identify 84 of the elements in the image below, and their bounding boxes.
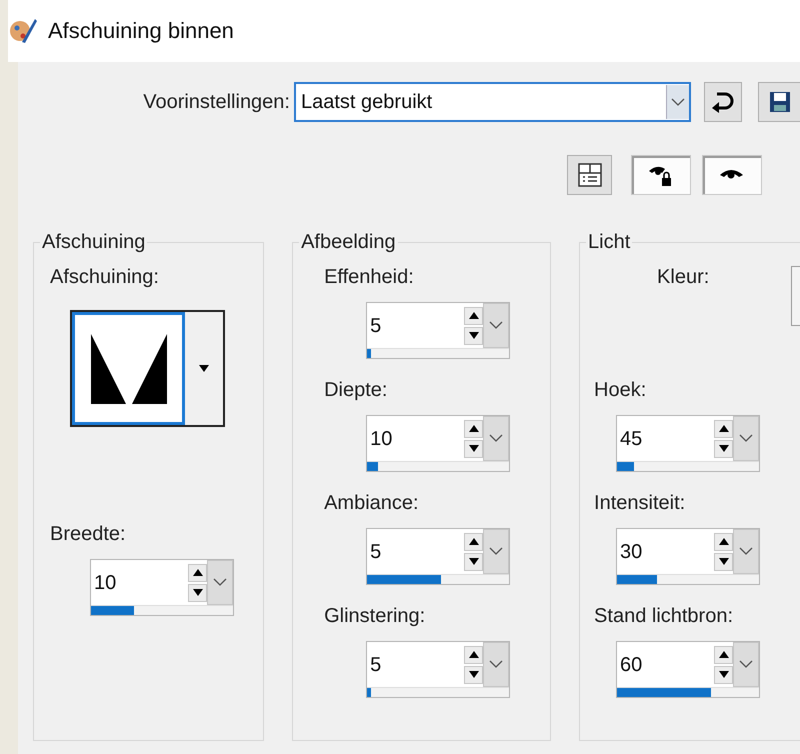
decrement-button[interactable] <box>464 552 484 571</box>
slider-dropdown-button[interactable] <box>733 642 760 688</box>
slider-dropdown-button[interactable] <box>733 416 760 462</box>
decrement-button[interactable] <box>464 326 484 345</box>
decrement-button[interactable] <box>714 552 734 571</box>
up-arrow-icon <box>468 425 479 432</box>
number-spinner[interactable]: 5 <box>366 302 510 359</box>
increment-button[interactable] <box>464 306 484 325</box>
curved-arrow-icon <box>711 91 735 113</box>
down-arrow-icon <box>468 445 479 452</box>
increment-button[interactable] <box>714 646 734 664</box>
up-arrow-icon <box>718 538 729 546</box>
number-spinner[interactable]: 5 <box>366 528 510 585</box>
slider-dropdown-button[interactable] <box>483 642 510 688</box>
down-arrow-icon <box>718 671 729 678</box>
preview-toggle-button[interactable] <box>702 155 762 195</box>
number-spinner[interactable]: 10 <box>366 415 510 472</box>
decrement-button[interactable] <box>188 584 207 602</box>
increment-button[interactable] <box>464 532 484 551</box>
chevron-down-icon <box>739 434 754 444</box>
field-label: Kleur: <box>657 266 710 290</box>
up-arrow-icon <box>468 312 479 320</box>
chevron-down-icon <box>739 660 754 670</box>
up-arrow-icon <box>468 651 479 658</box>
slider-dropdown-button[interactable] <box>483 529 510 574</box>
number-spinner[interactable]: 5 <box>366 641 510 698</box>
field-label: Glinstering: <box>324 605 426 629</box>
group-title: Afschuining <box>41 231 146 254</box>
field-label: Ambiance: <box>324 492 420 516</box>
number-spinner[interactable]: 30 <box>616 528 760 585</box>
down-arrow-icon <box>468 332 479 340</box>
down-arrow-icon <box>192 589 202 596</box>
chevron-down-icon <box>739 547 754 556</box>
number-spinner[interactable]: 45 <box>616 415 760 472</box>
bevel-shape-icon <box>90 334 166 404</box>
down-arrow-icon <box>468 671 479 678</box>
down-arrow-icon <box>199 365 209 372</box>
increment-button[interactable] <box>714 532 734 551</box>
up-arrow-icon <box>468 538 479 546</box>
slider-dropdown-button[interactable] <box>483 416 510 462</box>
down-arrow-icon <box>718 445 729 452</box>
reset-button[interactable] <box>704 82 742 122</box>
number-spinner[interactable]: 60 <box>616 641 760 698</box>
save-button[interactable] <box>758 82 800 122</box>
field-label: Breedte: <box>50 523 127 547</box>
decrement-button[interactable] <box>464 666 484 684</box>
chevron-down-icon <box>671 98 685 106</box>
up-arrow-icon <box>718 651 729 658</box>
down-arrow-icon <box>468 558 479 566</box>
layout-icon <box>578 163 602 187</box>
field-label: Effenheid: <box>324 266 415 290</box>
slider-dropdown-button[interactable] <box>733 529 760 574</box>
down-arrow-icon <box>718 558 729 566</box>
app-icon <box>8 16 38 46</box>
slider-dropdown-button[interactable] <box>207 560 233 606</box>
chevron-down-icon <box>489 321 504 330</box>
field-label: Diepte: <box>324 379 388 403</box>
decrement-button[interactable] <box>464 440 484 458</box>
increment-button[interactable] <box>188 564 207 582</box>
increment-button[interactable] <box>464 420 484 438</box>
layout-button[interactable] <box>567 155 612 195</box>
up-arrow-icon <box>718 425 729 432</box>
up-arrow-icon <box>192 569 202 576</box>
increment-button[interactable] <box>714 420 734 438</box>
chevron-down-icon <box>213 578 227 588</box>
increment-button[interactable] <box>464 646 484 664</box>
field-label: Hoek: <box>594 379 648 403</box>
decrement-button[interactable] <box>714 666 734 684</box>
decrement-button[interactable] <box>714 440 734 458</box>
number-spinner[interactable]: 10 <box>90 559 234 616</box>
field-label: Stand lichtbron: <box>594 605 734 629</box>
presets-dropdown[interactable]: Laatst gebruikt <box>294 82 691 122</box>
chevron-down-icon <box>489 547 504 556</box>
chevron-down-icon <box>489 660 504 670</box>
presets-label: Voorinstellingen: <box>142 90 291 114</box>
field-label: Afschuining: <box>50 266 160 290</box>
group-title: Afbeelding <box>300 231 397 254</box>
window-title: Afschuining binnen <box>48 18 234 44</box>
chevron-down-icon <box>489 434 504 444</box>
group-title: Licht <box>587 231 632 254</box>
field-label: Intensiteit: <box>594 492 686 516</box>
preview-toggle-button[interactable] <box>631 155 691 195</box>
bevel-picker[interactable] <box>70 310 225 427</box>
slider-dropdown-button[interactable] <box>483 303 510 348</box>
